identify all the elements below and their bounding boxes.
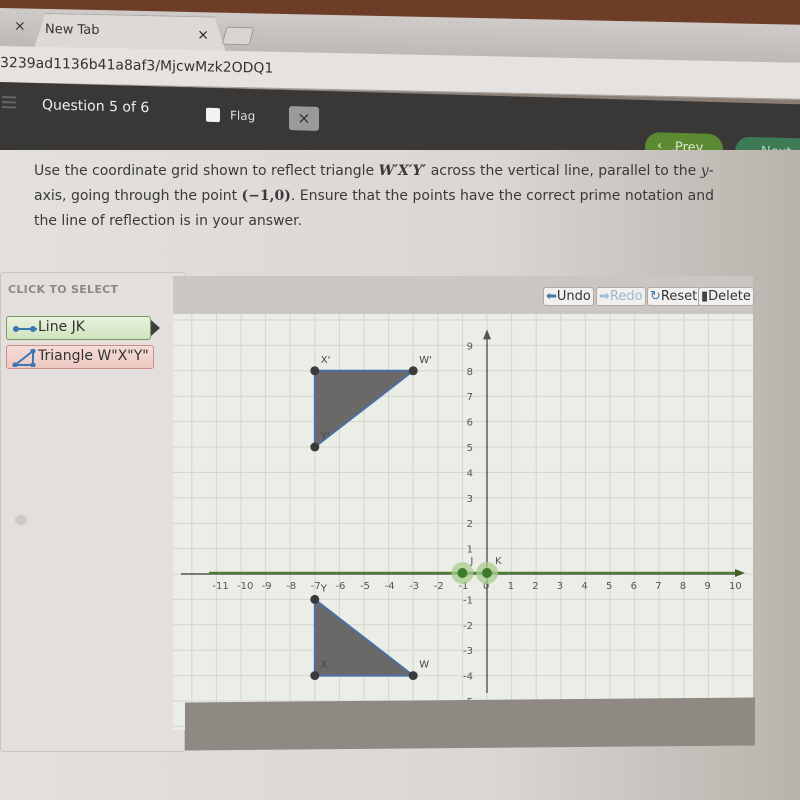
- x-tick-label: -5: [360, 581, 370, 592]
- previous-tab-close-icon[interactable]: ×: [14, 18, 26, 34]
- x-tick-label: 6: [631, 581, 637, 592]
- coordinate-grid-area[interactable]: -11-10-9-8-7-6-5-4-3-2-1012345678910-5-4…: [173, 314, 759, 753]
- coordinate-grid[interactable]: -11-10-9-8-7-6-5-4-3-2-1012345678910-5-4…: [173, 314, 759, 753]
- redo-label: Redo: [609, 289, 643, 304]
- question-prompt: Use the coordinate grid shown to reflect…: [34, 159, 724, 234]
- x-tick-label: -3: [409, 581, 419, 592]
- tool-line-jk[interactable]: Line JK: [6, 316, 160, 340]
- tool-label: Line JK: [38, 319, 85, 335]
- screen-smudge: [15, 515, 27, 525]
- selected-indicator-icon: [151, 320, 160, 336]
- tool-label: Triangle W"X"Y": [38, 348, 149, 364]
- x-tick-label: 8: [680, 581, 686, 592]
- redo-icon: ➡: [599, 289, 610, 304]
- y-axis-arrow-icon: [483, 329, 491, 340]
- y-tick-label: 5: [467, 443, 473, 454]
- tab-label: New Tab: [45, 21, 100, 39]
- vertex-point[interactable]: [310, 442, 320, 452]
- x-tick-label: -4: [385, 581, 395, 592]
- flag-checkbox[interactable]: [206, 107, 220, 123]
- y-tick-label: 9: [467, 341, 473, 352]
- vertex-label: X': [321, 355, 331, 366]
- line-arrow-icon: [735, 569, 745, 577]
- redo-button[interactable]: ➡Redo: [596, 287, 646, 306]
- prompt-point: (−1,0): [241, 188, 291, 204]
- new-tab-button[interactable]: [221, 26, 255, 46]
- x-tick-label: 3: [557, 581, 563, 592]
- x-tick-label: 9: [704, 581, 710, 592]
- reset-label: Reset: [660, 289, 698, 304]
- prompt-triangle-name: W′X′Y′: [378, 163, 427, 179]
- tab-close-icon[interactable]: ×: [197, 27, 209, 43]
- tool-panel-title: CLICK TO SELECT: [8, 283, 119, 296]
- browser-tab-new-tab[interactable]: New Tab ×: [34, 13, 226, 52]
- delete-label: Delete: [708, 289, 751, 304]
- x-tick-label: 1: [508, 581, 514, 592]
- delete-button[interactable]: ▮Delete: [698, 287, 754, 306]
- tool-triangle[interactable]: Triangle W"X"Y": [6, 345, 154, 369]
- line-point-label: K: [495, 556, 502, 567]
- tool-panel: CLICK TO SELECT Line JK Triangle W"X"Y": [0, 272, 185, 752]
- x-tick-label: -9: [262, 581, 272, 592]
- y-tick-label: 7: [467, 392, 473, 403]
- question-counter: Question 5 of 6: [42, 97, 150, 117]
- x-tick-label: -2: [434, 581, 444, 592]
- y-tick-label: -2: [463, 621, 473, 632]
- x-tick-label: 2: [532, 581, 538, 592]
- y-tick-label: -3: [463, 646, 473, 657]
- vertex-point[interactable]: [408, 366, 418, 376]
- flag-label[interactable]: Flag: [230, 108, 255, 123]
- hamburger-menu-icon[interactable]: [2, 96, 16, 111]
- vertex-label: X: [321, 660, 328, 671]
- x-tick-label: -11: [212, 581, 228, 592]
- x-tick-label: 7: [655, 581, 661, 592]
- close-button[interactable]: ×: [289, 106, 319, 131]
- prompt-text: across the vertical line, parallel to th…: [426, 163, 701, 179]
- line-segment-icon: [13, 326, 37, 332]
- undo-icon: ⬅: [546, 289, 557, 304]
- line-point[interactable]: [482, 568, 492, 578]
- vertex-point[interactable]: [310, 594, 320, 604]
- triangle-icon: [12, 349, 36, 367]
- reset-button[interactable]: ↻Reset: [647, 287, 701, 306]
- y-tick-label: 2: [467, 519, 473, 530]
- vertex-label: Y: [320, 583, 328, 594]
- y-tick-label: -1: [463, 595, 473, 606]
- y-tick-label: 1: [467, 545, 473, 556]
- url-text[interactable]: 3239ad1136b41a8af3/MjcwMzk2ODQ1: [0, 55, 273, 77]
- vertex-point[interactable]: [408, 671, 418, 681]
- x-tick-label: -7: [311, 581, 321, 592]
- vertex-label: W': [419, 355, 432, 366]
- y-tick-label: -4: [463, 672, 473, 683]
- graph-footer-bar: [185, 697, 755, 751]
- line-point[interactable]: [457, 568, 468, 578]
- y-tick-label: 6: [467, 418, 473, 429]
- x-tick-label: 10: [729, 581, 742, 592]
- y-tick-label: 4: [467, 468, 473, 479]
- line-point-label: J: [469, 556, 473, 567]
- question-content: Use the coordinate grid shown to reflect…: [0, 150, 800, 800]
- x-tick-label: -10: [237, 581, 253, 592]
- y-tick-label: 3: [467, 494, 473, 505]
- vertex-point[interactable]: [310, 366, 320, 376]
- reset-icon: ↻: [650, 289, 661, 304]
- x-tick-label: -8: [286, 581, 296, 592]
- prompt-text: Use the coordinate grid shown to reflect…: [34, 163, 379, 179]
- x-tick-label: 5: [606, 581, 612, 592]
- x-tick-label: -6: [335, 581, 345, 592]
- vertex-point[interactable]: [310, 671, 320, 681]
- y-tick-label: 8: [467, 367, 473, 378]
- prompt-axis-name: y: [700, 163, 709, 179]
- vertex-label: W: [419, 660, 429, 671]
- undo-button[interactable]: ⬅Undo: [543, 287, 594, 306]
- x-tick-label: 4: [581, 581, 587, 592]
- vertex-label: Y': [320, 431, 330, 442]
- undo-label: Undo: [556, 289, 591, 304]
